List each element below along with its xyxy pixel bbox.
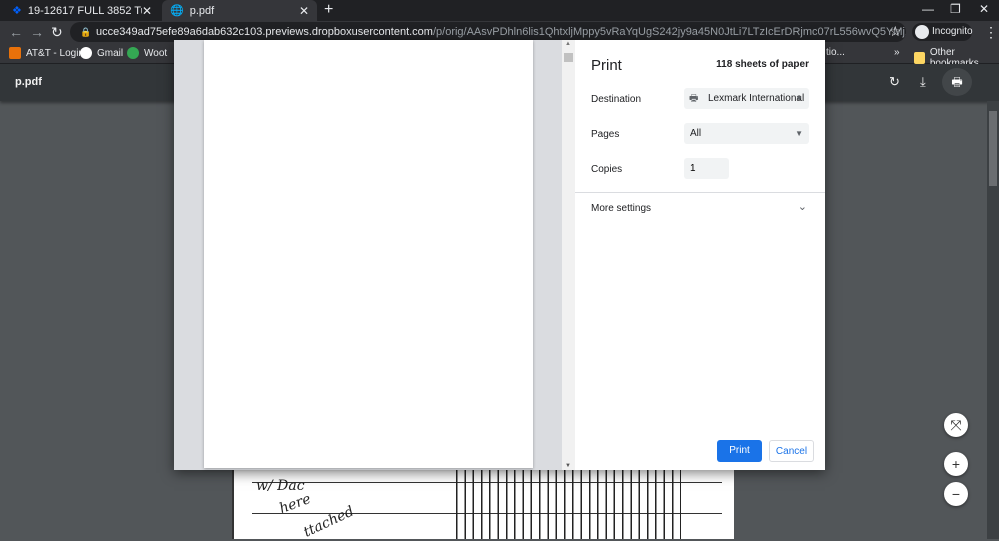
- scrollbar-thumb[interactable]: [989, 111, 997, 186]
- tab-strip: ❖ 19-12617 FULL 3852 Tupelo Bran ✕ 🌐 p.p…: [0, 0, 999, 21]
- zoom-out-button[interactable]: −: [944, 482, 968, 506]
- chevron-down-icon[interactable]: ⌄: [798, 200, 807, 213]
- preview-scrollbar[interactable]: ▲ ▼: [562, 40, 575, 470]
- download-icon[interactable]: ⤓: [920, 74, 926, 90]
- print-dialog: ▲ ▼ Print 118 sheets of paper Destination…: [174, 40, 825, 470]
- pdf-title: p.pdf: [15, 76, 42, 88]
- printer-icon: 🖶: [689, 93, 699, 104]
- pdf-page-scan: w/ Dac here ttached: [232, 470, 734, 541]
- form-grid: [456, 470, 681, 539]
- att-icon: [9, 47, 21, 59]
- viewer-scrollbar[interactable]: [987, 101, 999, 539]
- address-bar[interactable]: 🔒 ucce349ad75efe89a6dab632c103.previews.…: [70, 22, 906, 42]
- bookmark-att[interactable]: AT&T - Login: [9, 47, 84, 59]
- print-settings: Print 118 sheets of paper Destination 🖶 L…: [575, 40, 825, 470]
- tab-pdf[interactable]: 🌐 p.pdf ✕: [162, 0, 317, 21]
- close-window-icon[interactable]: ✕: [979, 2, 989, 16]
- google-icon: [80, 47, 92, 59]
- bookmark-truncated[interactable]: tio...: [826, 47, 845, 58]
- cancel-button[interactable]: Cancel: [769, 440, 814, 462]
- print-button[interactable]: Print: [717, 440, 762, 462]
- bookmarks-overflow-button[interactable]: »: [894, 47, 900, 58]
- sheet-count: 118 sheets of paper: [716, 59, 809, 70]
- menu-icon[interactable]: ⋮: [984, 24, 998, 41]
- new-tab-button[interactable]: +: [324, 1, 333, 19]
- pages-select[interactable]: All ▼: [684, 123, 809, 144]
- fit-page-button[interactable]: ⤧: [944, 413, 968, 437]
- copies-input[interactable]: 1: [684, 158, 729, 179]
- forward-icon[interactable]: →: [30, 24, 44, 40]
- chevron-down-icon: ▼: [795, 129, 803, 138]
- minimize-icon[interactable]: —: [922, 2, 934, 16]
- close-tab-icon[interactable]: ✕: [142, 4, 152, 18]
- divider: [575, 192, 825, 193]
- incognito-icon: [915, 25, 929, 39]
- reload-icon[interactable]: ↻: [51, 24, 63, 41]
- dropbox-icon: ❖: [12, 5, 22, 17]
- restore-icon[interactable]: ❐: [950, 2, 961, 16]
- incognito-badge[interactable]: Incognito: [912, 23, 973, 41]
- bookmark-woot[interactable]: Woot: [127, 47, 167, 59]
- destination-select[interactable]: 🖶 Lexmark International ▼: [684, 88, 809, 109]
- close-tab-icon[interactable]: ✕: [299, 4, 309, 18]
- back-icon[interactable]: ←: [9, 24, 23, 40]
- zoom-in-button[interactable]: +: [944, 452, 968, 476]
- star-icon[interactable]: ☆: [889, 23, 902, 40]
- preview-page: [204, 40, 533, 468]
- print-preview: ▲ ▼: [174, 40, 575, 470]
- woot-icon: [127, 47, 139, 59]
- globe-icon: 🌐: [170, 5, 184, 17]
- lock-icon: 🔒: [80, 27, 92, 37]
- bookmark-gmail[interactable]: Gmail: [80, 47, 123, 59]
- folder-icon: [914, 52, 925, 64]
- chevron-down-icon: ▼: [795, 94, 803, 103]
- rotate-icon[interactable]: ↻: [889, 74, 900, 90]
- print-title: Print: [591, 57, 622, 74]
- tab-dropbox[interactable]: ❖ 19-12617 FULL 3852 Tupelo Bran ✕: [4, 0, 160, 21]
- more-settings-toggle[interactable]: More settings: [591, 203, 651, 214]
- print-icon[interactable]: 🖶: [942, 68, 972, 96]
